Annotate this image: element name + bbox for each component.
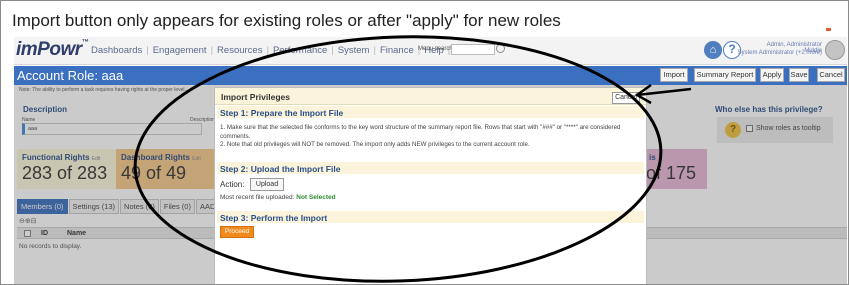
summary-report-button[interactable]: Summary Report	[694, 68, 756, 82]
step2-title: Step 2: Upload the Import File	[220, 164, 341, 174]
nav-dashboards[interactable]: Dashboards	[87, 45, 146, 56]
user-role[interactable]: System Administrator (+2 more)	[732, 50, 822, 56]
cancel-button[interactable]: Cancel	[817, 68, 845, 82]
step3-title: Step 3: Perform the Import	[220, 213, 328, 223]
main-nav: Dashboards | Engagement | Resources | Perfo…	[87, 45, 450, 56]
notification-mark	[826, 28, 831, 31]
step1-title: Step 1: Prepare the Import File	[220, 108, 344, 118]
nav-resources[interactable]: Resources	[213, 45, 266, 56]
save-button[interactable]: Save	[789, 68, 809, 82]
step1-instruction-1: 1. Make sure that the selected file conf…	[220, 124, 621, 140]
search-icon[interactable]	[496, 44, 505, 53]
import-privileges-dialog: Import Privileges Cancel Step 1: Prepare…	[214, 87, 647, 284]
recent-file-value: Not Selected	[296, 194, 336, 201]
screenshot-frame: Import button only appears for existing …	[0, 0, 849, 285]
nav-finance[interactable]: Finance	[376, 45, 418, 56]
avatar[interactable]	[825, 40, 845, 60]
home-icon[interactable]: ⌂	[704, 41, 722, 59]
apply-button[interactable]: Apply	[760, 68, 784, 82]
nav-engagement[interactable]: Engagement	[149, 45, 211, 56]
recent-file-label: Most recent file uploaded:	[220, 194, 295, 201]
nav-system[interactable]: System	[334, 45, 374, 56]
page-title: Account Role: aaa	[17, 68, 124, 83]
nav-performance[interactable]: Performance	[269, 45, 331, 56]
menu-search-label: Menu search:	[418, 46, 455, 52]
import-button[interactable]: Import	[660, 68, 688, 82]
proceed-button[interactable]: Proceed	[220, 226, 254, 238]
upload-button[interactable]: Upload	[250, 178, 284, 191]
step1-instruction-2: 2. Note that old privileges will NOT be …	[220, 141, 530, 148]
page-title-bar: Account Role: aaa Import Summary Report …	[14, 66, 847, 85]
action-label: Action:	[220, 180, 245, 189]
dialog-cancel-button[interactable]: Cancel	[612, 92, 640, 104]
dialog-header: Import Privileges Cancel	[215, 88, 646, 105]
dialog-title: Import Privileges	[221, 92, 290, 102]
logo-text: imPowr	[16, 39, 82, 60]
recent-file-status: Most recent file uploaded: Not Selected	[220, 194, 336, 201]
app-header: imPowr™ Dashboards | Engagement | Resource…	[14, 37, 847, 65]
app-logo[interactable]: imPowr™	[16, 39, 89, 61]
menu-search-input[interactable]	[451, 44, 495, 55]
annotation-caption: Import button only appears for existing …	[12, 11, 561, 30]
